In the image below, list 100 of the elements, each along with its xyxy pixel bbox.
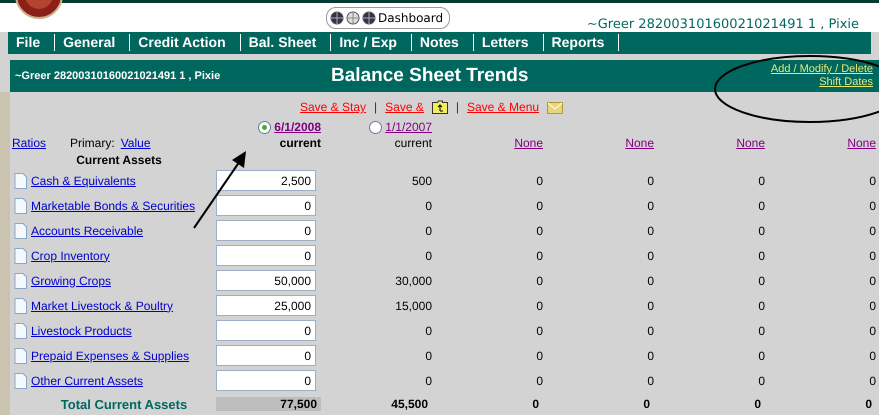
amount-field[interactable]: 0 (216, 220, 316, 241)
document-icon (14, 348, 27, 364)
table-cell: 0 (425, 324, 432, 338)
primary-link[interactable]: Value (120, 136, 150, 150)
table-cell: 0 (758, 324, 765, 338)
table-cell: 0 (536, 224, 543, 238)
user-name: ~Greer 28200310160021021491 1 , Pixie (586, 17, 859, 32)
document-icon (14, 172, 27, 188)
table-cell: 0 (647, 374, 654, 388)
amount-field[interactable]: 2,500 (216, 170, 316, 191)
menu-item[interactable]: Credit Action (130, 34, 241, 52)
column-link[interactable]: None (847, 136, 876, 150)
table-cell: 0 (647, 198, 654, 212)
account-link[interactable]: Cash & Equivalents (31, 174, 136, 188)
table-cell: 0 (869, 324, 876, 338)
table-cell: 0 (647, 298, 654, 312)
table-cell: 0 (758, 348, 765, 362)
table-cell: 0 (758, 298, 765, 312)
menu-item[interactable]: Inc / Exp (331, 34, 412, 52)
document-icon (14, 248, 27, 264)
column-link[interactable]: None (625, 136, 654, 150)
table-cell: 0 (536, 324, 543, 338)
total-cell-text: 0 (864, 397, 873, 411)
menu-item[interactable]: Bal. Sheet (240, 34, 332, 52)
table-cell: 0 (647, 324, 654, 338)
table-cell: 0 (869, 174, 876, 188)
account-link[interactable]: Prepaid Expenses & Supplies (31, 348, 190, 362)
column-status: current (394, 136, 432, 150)
table-cell: 0 (425, 224, 432, 238)
table-cell: 0 (536, 348, 543, 362)
account-link[interactable]: Other Current Assets (31, 374, 144, 388)
table-cell: 0 (758, 274, 765, 288)
amount-field[interactable]: 0 (216, 370, 316, 391)
primary-label: Primary: (70, 136, 115, 150)
account-link[interactable]: Accounts Receivable (31, 224, 144, 238)
total-cell-text: 45,500 (390, 397, 429, 411)
account-link[interactable]: Growing Crops (31, 274, 112, 288)
account-link[interactable]: Market Livestock & Poultry (31, 298, 174, 312)
table-cell: 0 (869, 374, 876, 388)
table-cell: 0 (536, 374, 543, 388)
table-cell: 0 (536, 248, 543, 262)
dashboard-button[interactable]: Dashboard (326, 6, 450, 28)
section-heading: Current Assets (76, 153, 162, 167)
total-cell-text: 0 (531, 397, 540, 411)
table-cell: 0 (647, 248, 654, 262)
radio-button[interactable] (258, 121, 272, 134)
table-cell: 0 (647, 348, 654, 362)
account-link[interactable]: Livestock Products (31, 324, 132, 338)
table-cell: 0 (869, 274, 876, 288)
table-cell: 0 (869, 224, 876, 238)
header-link[interactable]: Shift Dates (819, 76, 873, 88)
amount-field[interactable]: 50,000 (216, 270, 316, 291)
table-cell: 0 (758, 248, 765, 262)
total-label: Total Current Assets (60, 396, 188, 412)
total-cell-text: 0 (753, 397, 762, 411)
account-link[interactable]: Marketable Bonds & Securities (31, 198, 196, 212)
menu-item[interactable]: Letters (474, 34, 544, 52)
table-cell: 0 (869, 348, 876, 362)
column-status: current (280, 136, 321, 150)
table-cell: 0 (758, 374, 765, 388)
table-cell: 0 (758, 174, 765, 188)
table-cell: 0 (536, 298, 543, 312)
menu-item[interactable]: Notes (412, 34, 474, 52)
amount-field[interactable]: 25,000 (216, 295, 316, 316)
table-cell: 0 (647, 274, 654, 288)
table-cell: 0 (869, 198, 876, 212)
separator: | (456, 100, 459, 114)
column-link[interactable]: None (514, 136, 543, 150)
total-cell-text: 0 (642, 397, 651, 411)
table-cell: 0 (647, 174, 654, 188)
table-cell: 0 (758, 224, 765, 238)
radio-button[interactable] (369, 121, 382, 134)
amount-field[interactable]: 0 (216, 320, 316, 341)
table-cell: 15,000 (395, 298, 432, 312)
date-link[interactable]: 1/1/2007 (385, 120, 432, 134)
menu-item[interactable]: General (55, 34, 130, 52)
table-cell: 30,000 (395, 274, 432, 288)
amount-field[interactable]: 0 (216, 345, 316, 366)
folder-icon[interactable] (432, 100, 448, 114)
separator: | (374, 100, 378, 114)
amount-field[interactable]: 0 (216, 245, 316, 266)
header-link[interactable]: Add / Modify / Delete (770, 63, 873, 76)
table-cell: 0 (758, 198, 765, 212)
table-cell: 0 (425, 248, 432, 262)
envelope-icon[interactable] (547, 102, 564, 114)
date-link[interactable]: 6/1/2008 (274, 120, 321, 134)
amount-field[interactable]: 0 (216, 195, 316, 216)
menu-item[interactable]: File (8, 34, 56, 52)
document-icon (14, 198, 27, 214)
document-icon (14, 372, 27, 388)
table-cell: 0 (536, 274, 543, 288)
column-link[interactable]: None (736, 136, 765, 150)
table-cell: 500 (412, 174, 432, 188)
menu-item[interactable]: Reports (544, 34, 620, 52)
table-cell: 0 (425, 374, 432, 388)
table-cell: 0 (536, 174, 543, 188)
ratios-link[interactable]: Ratios (12, 136, 46, 150)
table-cell: 0 (647, 224, 654, 238)
total-cell: 77,500 (216, 397, 321, 411)
account-link[interactable]: Crop Inventory (31, 248, 110, 262)
